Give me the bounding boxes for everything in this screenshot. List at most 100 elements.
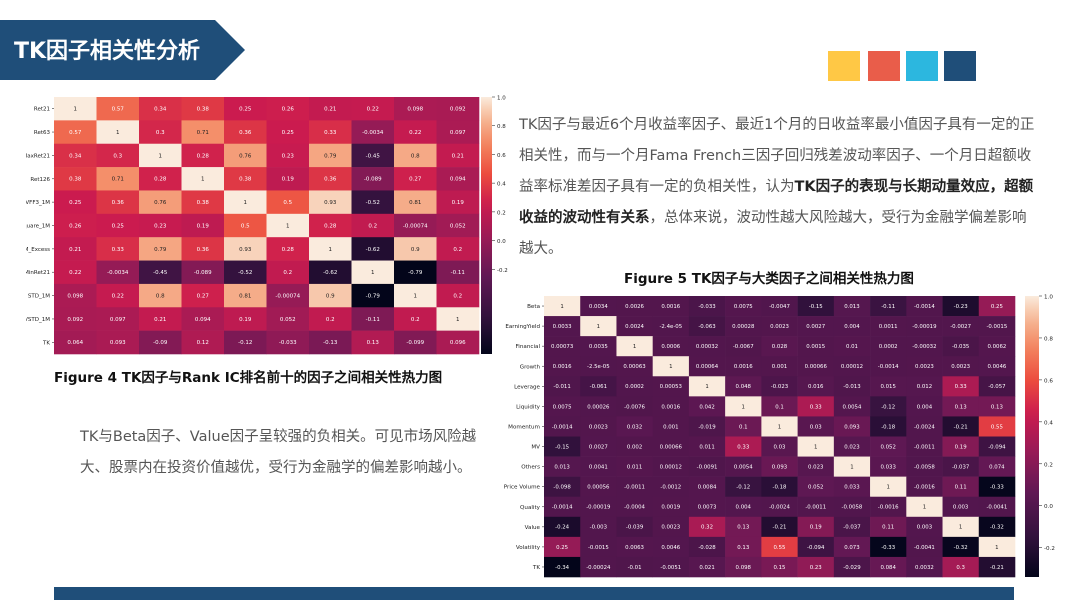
heatmap-cell-value: 0.22	[409, 130, 421, 136]
heatmap-cell-value: -0.0067	[733, 344, 754, 350]
heatmap-cell-value: 0.032	[627, 424, 642, 430]
colorbar-tick-label: -0.2	[1044, 546, 1055, 552]
heatmap-cell-value: 0.36	[112, 200, 125, 206]
colorbar-tick-label: 0.0	[1044, 504, 1053, 510]
heatmap-cell-value: -0.0027	[950, 324, 971, 330]
colorbar-tick-label: 1.0	[497, 96, 506, 102]
heatmap-fig4-svg: Ret21 1 0.57 0.34 0.38 0.25 0.26 0.21 0.22 0.098 0…	[6, 96, 508, 355]
paragraph-right: TK因子与最近6个月收益率因子、最近1个月的日收益率最小值因子具有一定的正相关性…	[519, 110, 1037, 265]
heatmap-cell-value: -0.061	[590, 384, 607, 390]
heatmap-cell-value: -0.057	[988, 384, 1005, 390]
heatmap-cell-value: -0.79	[366, 294, 381, 300]
row-label-mv: MV	[531, 445, 540, 451]
heatmap-cell-value: -0.0034	[107, 270, 129, 276]
heatmap-cell-value: 0.004	[917, 404, 933, 410]
heatmap-cell-value: -0.12	[238, 340, 252, 346]
row-label-tk: TK	[42, 340, 50, 346]
heatmap-cell-value: -0.0076	[624, 404, 645, 410]
colorbar	[481, 97, 492, 354]
heatmap-cell-value: 0.25	[556, 545, 568, 551]
heatmap-cell-value: 0.097	[110, 317, 126, 323]
heatmap-cell-value: -0.11	[366, 317, 380, 323]
caption-figure-5: Figure 5 TK因子与大类因子之间相关性热力图	[624, 271, 914, 287]
heatmap-cell-value: 0.0041	[589, 464, 608, 470]
heatmap-cell-value: -0.089	[194, 270, 212, 276]
heatmap-cell-value: 0.0073	[698, 505, 717, 511]
heatmap-cell-value: 0.55	[991, 424, 1003, 430]
heatmap-cell-value: 0.0023	[951, 364, 970, 370]
row-label-beta: Beta	[527, 304, 540, 310]
heatmap-cell-value: -0.035	[952, 344, 969, 350]
colorbar-tick-label: 0.2	[1044, 462, 1053, 468]
heatmap-cell-value: 1	[633, 344, 636, 350]
heatmap-cell-value: 0.00032	[696, 344, 718, 350]
heatmap-cell-value: 0.0002	[879, 344, 898, 350]
heatmap-cell-value: -0.089	[364, 177, 382, 183]
heatmap-cell-value: 0.093	[844, 424, 859, 430]
heatmap-cell-value: 0.0026	[625, 304, 644, 310]
heatmap-cell-value: 0.79	[324, 153, 337, 159]
heatmap-cell-value: -0.0011	[805, 505, 826, 511]
heatmap-cell-value: 0.0034	[589, 304, 608, 310]
heatmap-cell-value: 0.0075	[734, 304, 753, 310]
colorbar-tick-label: 0.4	[497, 182, 506, 188]
heatmap-cell-value: -0.094	[807, 545, 825, 551]
heatmap-cell-value: 0.28	[197, 153, 210, 159]
swatch-yellow	[828, 51, 860, 81]
heatmap-cell-value: -0.0015	[986, 324, 1007, 330]
heatmap-cell-value: 0.28	[324, 223, 337, 229]
heatmap-cell-value: 1	[959, 525, 962, 531]
heatmap-cell-value: 0.00028	[732, 324, 755, 330]
heatmap-cell-value: -0.33	[881, 545, 895, 551]
colorbar-tick-label: 0.2	[497, 210, 506, 216]
heatmap-cell-value: 0.03	[810, 424, 822, 430]
row-label-vstd-1m: VSTD_1M	[26, 317, 50, 323]
heatmap-cell-value: -0.098	[553, 485, 571, 491]
heatmap-cell-value: 0.25	[69, 200, 82, 206]
heatmap-cell-value: 0.0016	[734, 364, 753, 370]
heatmap-cell-value: 0.22	[69, 270, 81, 276]
heatmap-cell-value: 0.00073	[551, 344, 573, 350]
heatmap-cell-value: -0.00024	[586, 565, 611, 571]
row-label-volatility: Volatility	[516, 545, 541, 551]
heatmap-cell-value: 0.71	[112, 177, 124, 183]
colorbar-tick-label: -0.2	[497, 268, 508, 274]
row-label-momentum: Momentum	[508, 424, 540, 430]
title-banner: TK因子相关性分析	[0, 20, 245, 80]
heatmap-cell-value: 0.3	[156, 130, 165, 136]
heatmap-cell-value: -0.0034	[362, 130, 384, 136]
heatmap-cell-value: -0.15	[809, 304, 823, 310]
heatmap-cell-value: -0.0058	[914, 464, 935, 470]
heatmap-cell-value: -0.094	[988, 444, 1006, 450]
heatmap-cell-value: 0.0019	[661, 505, 680, 511]
heatmap-cell-value: -0.23	[954, 304, 968, 310]
colorbar-tick-label: 0.0	[497, 239, 506, 245]
heatmap-cell-value: -0.45	[366, 153, 381, 159]
row-label-growth: Growth	[520, 364, 541, 370]
heatmap-cell-value: 0.074	[989, 464, 1005, 470]
heatmap-cell-value: -0.013	[843, 384, 860, 390]
heatmap-cell-value: -0.019	[698, 424, 716, 430]
heatmap-cell-value: 0.001	[663, 424, 678, 430]
heatmap-cell-value: 0.052	[808, 485, 823, 491]
heatmap-cell-value: 0.21	[69, 247, 81, 253]
row-label-tk: TK	[532, 565, 540, 571]
heatmap-cell-value: 0.81	[409, 200, 421, 206]
heatmap-cell-value: -0.0004	[624, 505, 645, 511]
heatmap-cell-value: 0.098	[407, 107, 423, 113]
heatmap-cell-value: 0.26	[69, 223, 82, 229]
heatmap-cell-value: -0.011	[553, 384, 570, 390]
heatmap-cell-value: 0.19	[197, 223, 210, 229]
heatmap-cell-value: -0.21	[773, 525, 787, 531]
heatmap-cell-value: 0.19	[452, 200, 465, 206]
heatmap-cell-value: 0.19	[282, 177, 295, 183]
heatmap-cell-value: 0.0011	[879, 324, 898, 330]
heatmap-cell-value: 0.0027	[806, 324, 825, 330]
row-label-quality: Quality	[520, 505, 541, 511]
heatmap-cell-value: 0.01	[846, 344, 858, 350]
heatmap-cell-value: 0.21	[154, 317, 166, 323]
heatmap-cell-value: 0.38	[197, 107, 210, 113]
heatmap-cell-value: 0.0075	[553, 404, 572, 410]
heatmap-cell-value: -0.00019	[586, 505, 611, 511]
heatmap-cell-value: -0.0014	[552, 424, 573, 430]
